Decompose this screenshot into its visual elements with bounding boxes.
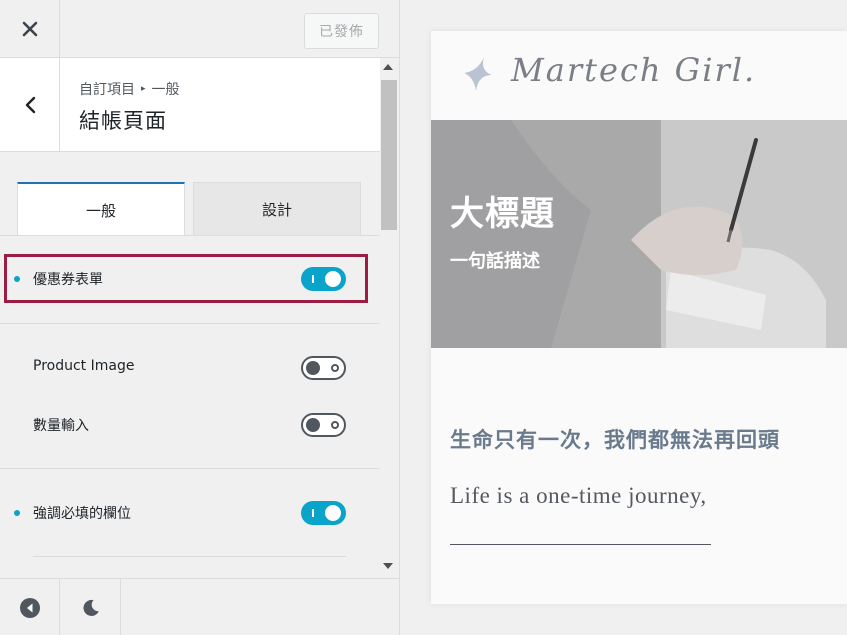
scrollbar-thumb[interactable] (381, 80, 397, 230)
close-button[interactable] (0, 0, 60, 58)
toggle-off-mark (331, 364, 339, 372)
modified-indicator (14, 510, 20, 516)
customizer-panel: 已發佈 自訂項目 ▸ 一般 結帳頁面 一般 設計 優惠券表單 Product I… (0, 0, 400, 635)
setting-label: Product Image (33, 358, 135, 374)
product-image-toggle[interactable] (301, 356, 346, 380)
section-divider (0, 323, 380, 324)
quote-text: Life is a one-time journey, (450, 483, 707, 508)
setting-label: 數量輸入 (33, 418, 89, 434)
toggle-knob (306, 418, 320, 432)
publish-button[interactable]: 已發佈 (304, 13, 379, 49)
customizer-footer (0, 578, 399, 635)
chevron-left-icon (25, 96, 35, 114)
close-icon (22, 21, 37, 37)
customizer-topbar: 已發佈 (0, 0, 399, 58)
setting-product-image: Product Image (0, 348, 380, 388)
toggle-knob (306, 361, 320, 375)
hero-title: 大標題 (450, 194, 555, 234)
breadcrumb-separator: ▸ (141, 84, 146, 94)
dark-mode-icon (82, 599, 99, 616)
tab-general[interactable]: 一般 (17, 182, 185, 236)
highlight-box (4, 254, 368, 303)
section-divider (0, 468, 380, 469)
quote-heading: 生命只有一次，我們都無法再回頭 (450, 427, 780, 452)
scroll-down-arrow[interactable] (383, 563, 393, 569)
sparkle-icon (464, 57, 492, 91)
required-highlight-toggle[interactable] (301, 501, 346, 525)
section-divider (33, 556, 346, 557)
breadcrumb-root: 自訂項目 (79, 82, 135, 98)
breadcrumb: 自訂項目 ▸ 一般 (79, 79, 180, 99)
tab-bar: 一般 設計 (0, 152, 380, 236)
site-preview: Martech Girl. 大標題 一句話描述 生命只有一次，我們都無法再回頭 … (431, 31, 847, 604)
collapse-button[interactable] (0, 579, 60, 635)
dark-mode-button[interactable] (61, 579, 121, 635)
section-header: 自訂項目 ▸ 一般 結帳頁面 (0, 58, 380, 152)
quote-underline (450, 544, 711, 545)
toggle-off-mark (331, 421, 339, 429)
site-header: Martech Girl. (431, 31, 847, 120)
hero-banner: 大標題 一句話描述 (431, 120, 847, 348)
scroll-up-arrow[interactable] (383, 64, 393, 70)
setting-required-highlight: 強調必填的欄位 (0, 493, 380, 533)
hero-subtitle: 一句話描述 (450, 251, 540, 272)
quantity-input-toggle[interactable] (301, 413, 346, 437)
tab-design[interactable]: 設計 (193, 182, 361, 236)
toggle-on-mark (312, 509, 314, 517)
collapse-icon (19, 597, 40, 618)
setting-quantity-input: 數量輸入 (0, 405, 380, 445)
site-logo[interactable]: Martech Girl. (511, 51, 756, 89)
breadcrumb-child: 一般 (151, 82, 180, 98)
toggle-knob (325, 505, 341, 521)
tab-divider (0, 235, 380, 236)
back-button[interactable] (0, 58, 60, 152)
page-title: 結帳頁面 (79, 109, 167, 133)
setting-label: 強調必填的欄位 (33, 506, 131, 522)
